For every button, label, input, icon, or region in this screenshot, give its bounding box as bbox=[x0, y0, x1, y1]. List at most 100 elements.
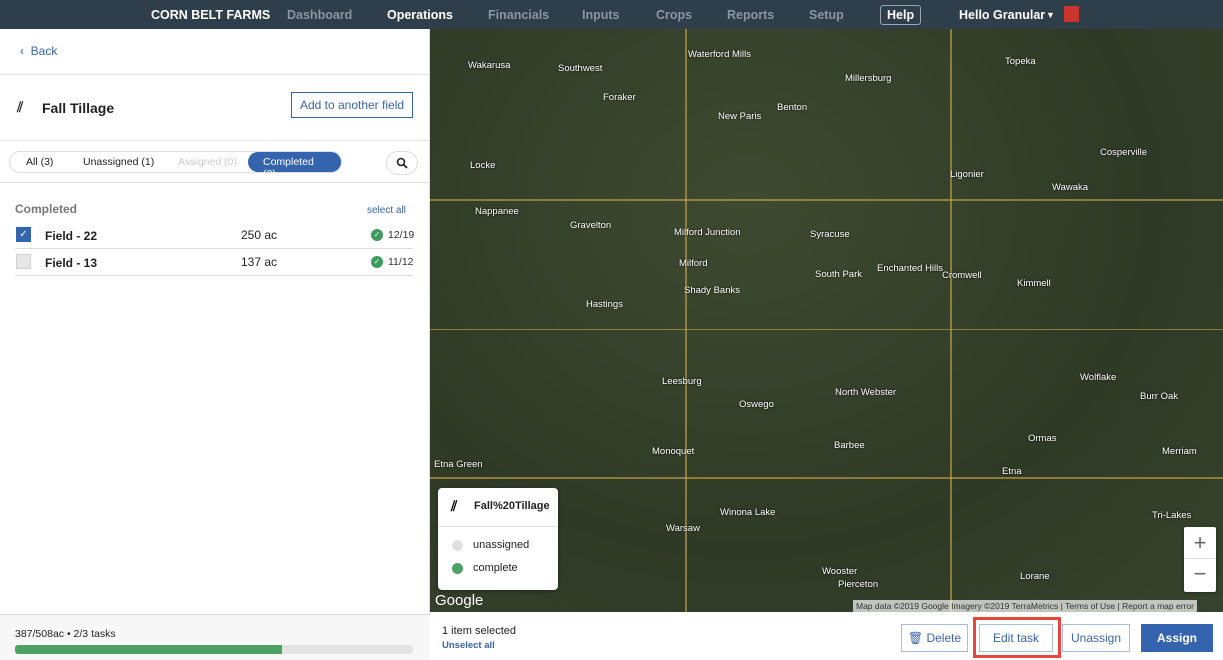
map-place-label: Kimmell bbox=[1017, 278, 1051, 289]
field-date: 12/19 bbox=[388, 229, 415, 241]
attribution-text: Map data ©2019 Google Imagery ©2019 Terr… bbox=[856, 601, 1059, 611]
map-place-label: Winona Lake bbox=[720, 507, 776, 518]
divider bbox=[0, 182, 430, 183]
progress-fill bbox=[15, 645, 282, 654]
chevron-down-icon[interactable]: ▼ bbox=[1046, 10, 1055, 20]
nav-reports[interactable]: Reports bbox=[727, 8, 774, 22]
map-place-label: New Paris bbox=[718, 111, 762, 122]
top-nav: CORN BELT FARMS Dashboard Operations Fin… bbox=[0, 0, 1223, 29]
progress-bar bbox=[15, 645, 413, 654]
tab-unassigned[interactable]: Unassigned (1) bbox=[83, 156, 154, 168]
chevron-left-icon: ‹ bbox=[20, 44, 31, 58]
field-name: Field - 13 bbox=[45, 256, 98, 270]
nav-crops[interactable]: Crops bbox=[656, 8, 692, 22]
map-place-label: Milford bbox=[679, 258, 708, 269]
map-place-label: Lorane bbox=[1020, 571, 1050, 582]
field-row[interactable]: Field - 13 137 ac ✓ 11/12 bbox=[15, 249, 414, 276]
complete-dot bbox=[452, 563, 463, 574]
delete-button[interactable]: 🗑 Delete bbox=[901, 624, 968, 652]
selection-count: 1 item selected bbox=[442, 625, 516, 637]
map-place-label: South Park bbox=[815, 269, 862, 280]
unassigned-dot bbox=[452, 540, 463, 551]
nav-setup[interactable]: Setup bbox=[809, 8, 844, 22]
map-place-label: Wooster bbox=[822, 566, 858, 577]
section-heading: Completed bbox=[15, 202, 78, 216]
tillage-icon: ⫽ bbox=[451, 498, 458, 514]
map-place-label: Leesburg bbox=[662, 376, 702, 387]
map-place-label: Topeka bbox=[1005, 56, 1036, 67]
zoom-controls: + − bbox=[1184, 527, 1216, 592]
map-place-label: Pierceton bbox=[838, 579, 879, 590]
delete-label: Delete bbox=[926, 631, 962, 645]
divider bbox=[0, 74, 430, 75]
progress-text: 387/508ac • 2/3 tasks bbox=[15, 628, 116, 640]
nav-financials[interactable]: Financials bbox=[488, 8, 549, 22]
map-place-label: Burr Oak bbox=[1140, 391, 1179, 402]
field-name: Field - 22 bbox=[45, 229, 98, 243]
progress-footer: 387/508ac • 2/3 tasks bbox=[0, 614, 430, 660]
unassign-button[interactable]: Unassign bbox=[1062, 624, 1130, 652]
map-place-label: Cosperville bbox=[1100, 147, 1147, 158]
map-place-label: Merriam bbox=[1162, 446, 1197, 457]
brand-logo[interactable]: CORN BELT FARMS bbox=[151, 8, 270, 22]
map-place-label: Warsaw bbox=[666, 523, 700, 534]
field-row[interactable]: ✓ Field - 22 250 ac ✓ 12/19 bbox=[15, 222, 415, 249]
map-place-label: Ligonier bbox=[950, 169, 984, 180]
back-link[interactable]: ‹ Back bbox=[20, 44, 57, 58]
tillage-icon: ⫽ bbox=[17, 99, 24, 115]
map-place-label: Milford Junction bbox=[674, 227, 741, 238]
assign-button[interactable]: Assign bbox=[1141, 624, 1213, 652]
map-place-label: Shady Banks bbox=[684, 285, 740, 296]
field-checkbox[interactable]: ✓ bbox=[16, 227, 31, 242]
map-place-label: North Webster bbox=[835, 387, 897, 398]
map-place-label: Wolflake bbox=[1080, 372, 1117, 383]
legend-title: Fall%20Tillage bbox=[474, 500, 550, 512]
map-place-label: Barbee bbox=[834, 440, 865, 451]
map-place-label: Ormas bbox=[1028, 433, 1057, 444]
map-place-label: Southwest bbox=[558, 63, 603, 74]
field-checkbox[interactable] bbox=[16, 254, 31, 269]
unselect-all-link[interactable]: Unselect all bbox=[442, 640, 495, 651]
search-icon bbox=[396, 157, 408, 169]
user-menu[interactable]: Hello Granular bbox=[959, 8, 1045, 22]
zoom-in-button[interactable]: + bbox=[1184, 527, 1216, 559]
nav-operations[interactable]: Operations bbox=[387, 8, 453, 22]
map-place-label: Enchanted Hills bbox=[877, 263, 944, 274]
map-place-label: Wawaka bbox=[1052, 182, 1089, 193]
highlight-box bbox=[973, 617, 1061, 658]
tab-assigned[interactable]: Assigned (0) bbox=[178, 156, 237, 168]
nav-inputs[interactable]: Inputs bbox=[582, 8, 620, 22]
task-title: Fall Tillage bbox=[42, 100, 115, 116]
legend-complete: complete bbox=[473, 562, 518, 574]
map-place-label: Nappanee bbox=[475, 206, 519, 217]
tab-completed[interactable]: Completed (2) bbox=[248, 152, 341, 180]
avatar[interactable] bbox=[1064, 6, 1079, 22]
terms-link[interactable]: Terms of Use bbox=[1065, 601, 1115, 611]
map-place-label: Etna bbox=[1002, 466, 1022, 477]
map-place-label: Etna Green bbox=[434, 459, 483, 470]
map-place-label: Syracuse bbox=[810, 229, 850, 240]
field-acres: 137 ac bbox=[241, 255, 278, 269]
check-circle-icon: ✓ bbox=[371, 256, 383, 268]
map-place-label: Benton bbox=[777, 102, 808, 113]
map-place-label: Cromwell bbox=[942, 270, 982, 281]
field-date: 11/12 bbox=[388, 256, 414, 268]
map-place-label: Oswego bbox=[739, 399, 774, 410]
back-label: Back bbox=[30, 44, 58, 58]
map-place-label: Gravelton bbox=[570, 220, 612, 231]
tab-all[interactable]: All (3) bbox=[26, 156, 53, 168]
zoom-out-button[interactable]: − bbox=[1184, 559, 1216, 591]
filter-tabs: All (3) Unassigned (1) Assigned (0) Comp… bbox=[9, 151, 342, 180]
field-acres: 250 ac bbox=[241, 228, 278, 242]
map-legend: ⫽ Fall%20Tillage unassigned complete bbox=[438, 488, 558, 590]
search-button[interactable] bbox=[386, 151, 418, 175]
map-place-label: Wakarusa bbox=[468, 60, 511, 71]
map-place-label: Locke bbox=[470, 160, 496, 171]
add-to-another-field-button[interactable]: Add to another field bbox=[291, 92, 413, 118]
legend-unassigned: unassigned bbox=[473, 539, 530, 551]
trash-icon: 🗑 bbox=[907, 631, 927, 645]
select-all-link[interactable]: select all bbox=[367, 205, 406, 216]
help-button[interactable]: Help bbox=[880, 4, 922, 25]
nav-dashboard[interactable]: Dashboard bbox=[287, 8, 352, 22]
report-link[interactable]: Report a map error bbox=[1122, 601, 1194, 611]
